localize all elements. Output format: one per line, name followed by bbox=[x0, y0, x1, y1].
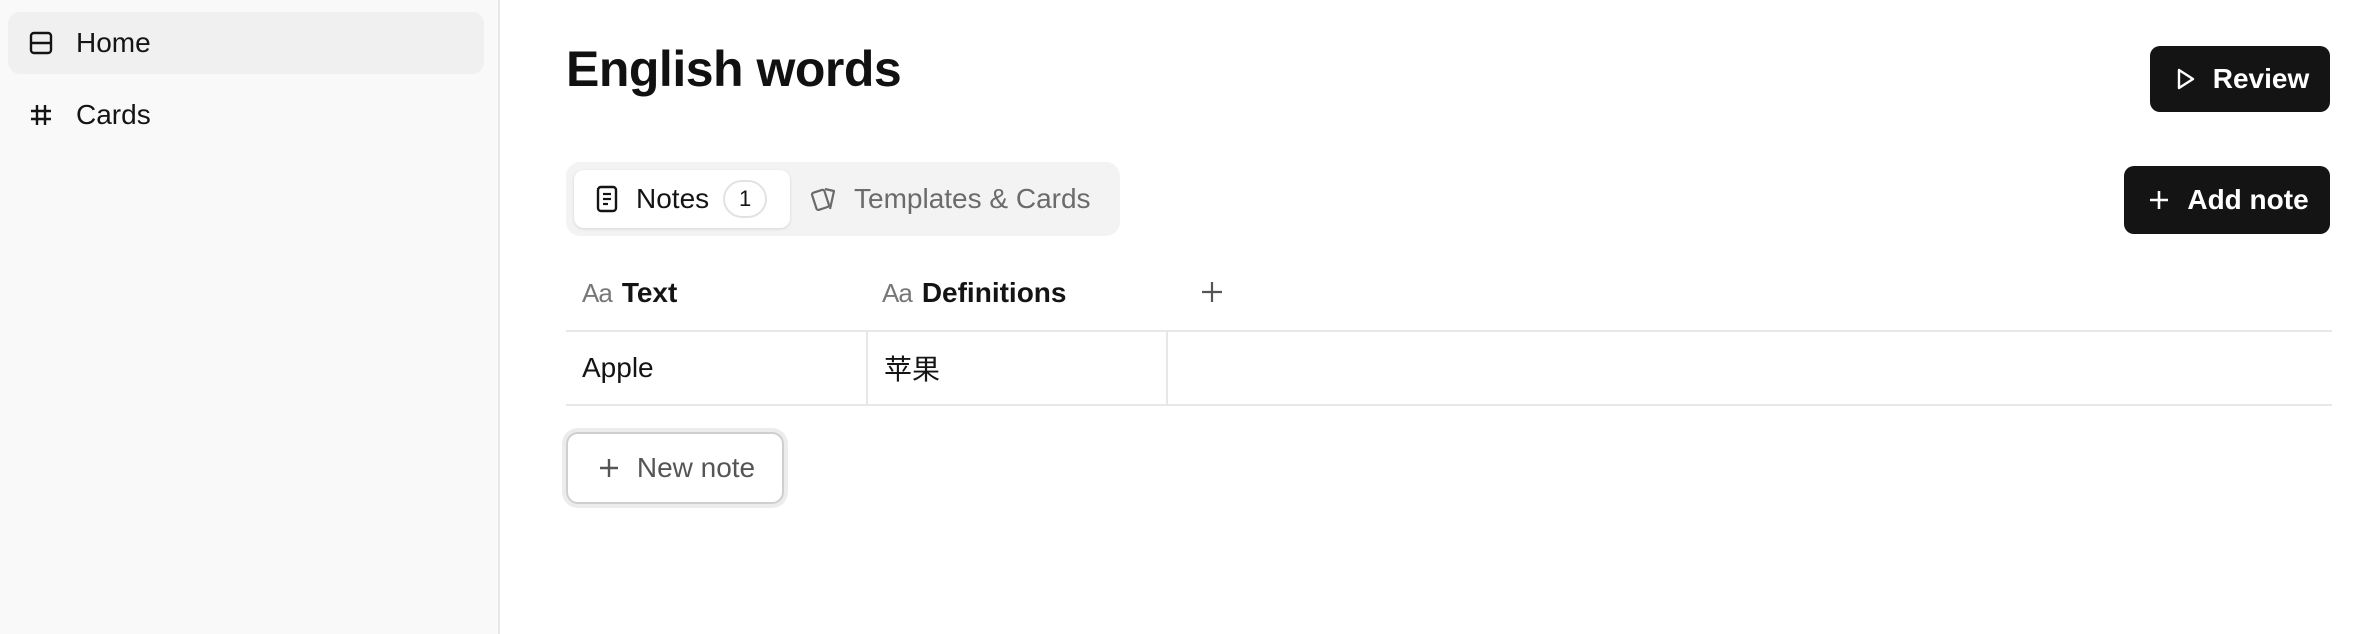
add-note-button-label: Add note bbox=[2187, 184, 2309, 215]
plus-icon bbox=[2145, 186, 2173, 214]
tab-label: Templates & Cards bbox=[854, 183, 1091, 214]
plus-icon bbox=[595, 454, 623, 482]
table-row[interactable]: Apple 苹果 bbox=[566, 332, 2332, 406]
play-icon bbox=[2171, 65, 2199, 93]
page-title: English words bbox=[566, 41, 902, 97]
tab-bar: Notes 1 Templates & Cards bbox=[566, 162, 1120, 236]
notes-count-badge: 1 bbox=[723, 180, 768, 218]
sidebar-item-home[interactable]: Home bbox=[8, 12, 484, 74]
hash-icon bbox=[26, 100, 56, 130]
layout-icon bbox=[26, 28, 56, 58]
plus-icon bbox=[1199, 279, 1225, 310]
tab-notes[interactable]: Notes 1 bbox=[574, 170, 790, 228]
review-button-label: Review bbox=[2212, 63, 2310, 94]
tab-label: Notes bbox=[636, 183, 710, 214]
table-cell-empty bbox=[1166, 332, 2332, 404]
review-button[interactable]: Review bbox=[2150, 46, 2330, 112]
column-header-definitions[interactable]: Aa Definitions bbox=[866, 256, 1166, 330]
sidebar-item-cards[interactable]: Cards bbox=[8, 84, 484, 146]
new-note-button-label: New note bbox=[636, 452, 756, 483]
table-cell-definitions[interactable]: 苹果 bbox=[866, 332, 1166, 404]
text-type-icon: Aa bbox=[882, 277, 913, 308]
app-window: Home Cards English words Review Notes 1 bbox=[0, 0, 2372, 634]
sidebar-item-label: Home bbox=[76, 27, 151, 58]
sidebar: Home Cards bbox=[0, 0, 500, 634]
new-note-button[interactable]: New note bbox=[566, 432, 784, 504]
text-type-icon: Aa bbox=[582, 277, 613, 308]
tab-templates-cards[interactable]: Templates & Cards bbox=[806, 170, 1116, 228]
column-header-text[interactable]: Aa Text bbox=[566, 256, 866, 330]
cards-icon bbox=[810, 184, 840, 214]
table-header: Aa Text Aa Definitions bbox=[566, 256, 2332, 332]
table-cell-text[interactable]: Apple bbox=[566, 332, 866, 404]
add-column-button[interactable] bbox=[1194, 276, 1230, 312]
column-label: Definitions bbox=[921, 277, 1067, 308]
note-icon bbox=[592, 184, 622, 214]
add-note-button[interactable]: Add note bbox=[2124, 166, 2330, 234]
sidebar-item-label: Cards bbox=[76, 99, 151, 130]
column-label: Text bbox=[621, 277, 678, 308]
notes-table: Aa Text Aa Definitions Apple 苹果 bbox=[566, 256, 2332, 406]
